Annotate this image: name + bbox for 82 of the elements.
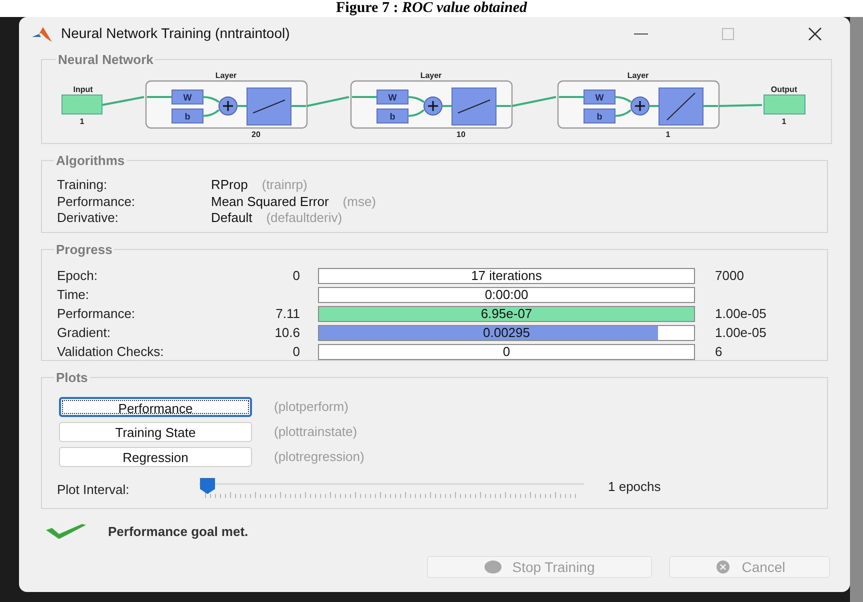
input-label: Input bbox=[73, 84, 93, 94]
sum-node-icon bbox=[218, 96, 238, 115]
cancel-icon bbox=[714, 560, 732, 574]
checkmark-icon bbox=[44, 522, 88, 542]
progress-label: Validation Checks: bbox=[57, 342, 165, 361]
layer-label: Layer bbox=[420, 70, 442, 80]
layer-size: 10 bbox=[456, 130, 466, 138]
progress-bar: 6.95e-07 bbox=[318, 306, 695, 322]
connection-line bbox=[237, 104, 247, 106]
connection-line bbox=[408, 108, 425, 116]
section-title: Algorithms bbox=[55, 152, 126, 170]
progress-bar: 0.00295 bbox=[318, 324, 695, 340]
progress-label: Time: bbox=[57, 286, 90, 304]
function-name: (plotregression) bbox=[274, 448, 364, 466]
layer-label: Layer bbox=[215, 70, 237, 80]
function-name: (mse) bbox=[342, 192, 376, 211]
layer-label: Layer bbox=[627, 70, 649, 80]
algorithm-value: Mean Squared Error bbox=[211, 192, 329, 211]
connection-line bbox=[442, 104, 452, 106]
window-title: Neural Network Training (nntraintool) bbox=[61, 24, 290, 43]
algorithm-label: Derivative: bbox=[57, 209, 120, 227]
progress-label: Performance: bbox=[57, 304, 136, 323]
layer-size: 20 bbox=[252, 130, 260, 138]
bias-block: b bbox=[584, 108, 616, 123]
weight-block: W bbox=[584, 89, 616, 104]
connection-line bbox=[614, 96, 632, 102]
start-value: 7.11 bbox=[276, 304, 300, 323]
plot-button[interactable]: Performance bbox=[59, 396, 252, 416]
status-message: Performance goal met. bbox=[108, 523, 248, 542]
input-size: 1 bbox=[80, 116, 84, 126]
algorithm-value: Default bbox=[211, 209, 252, 227]
algorithm-label: Performance: bbox=[57, 192, 136, 210]
transfer-function-block bbox=[246, 87, 292, 125]
weight-block: W bbox=[376, 89, 408, 104]
bias-block: b bbox=[376, 108, 408, 123]
connection-line bbox=[559, 96, 584, 98]
section-title: Plots bbox=[55, 369, 89, 387]
slider-thumb[interactable] bbox=[199, 476, 216, 494]
output-block bbox=[764, 94, 806, 114]
start-value: 0 bbox=[292, 342, 300, 361]
start-value: 0 bbox=[292, 266, 300, 285]
connection-line bbox=[614, 108, 632, 116]
connection-line bbox=[649, 104, 659, 106]
function-name: (trainrp) bbox=[262, 176, 308, 194]
bias-block: b bbox=[172, 108, 204, 123]
interval-value: 1 epochs bbox=[608, 478, 661, 496]
sum-node-icon bbox=[630, 96, 650, 115]
algorithm-label: Training: bbox=[57, 176, 108, 194]
function-name: (plotperform) bbox=[274, 398, 348, 416]
sum-node-icon bbox=[424, 96, 442, 115]
weight-block: W bbox=[172, 89, 204, 104]
connection-line bbox=[352, 96, 377, 98]
start-value: 10.6 bbox=[274, 324, 300, 342]
function-name: (defaultderiv) bbox=[266, 209, 342, 227]
output-size: 1 bbox=[782, 116, 786, 126]
connection-line bbox=[202, 108, 220, 116]
app-logo-icon bbox=[31, 24, 53, 42]
plot-button[interactable]: Training State bbox=[59, 422, 252, 442]
transfer-function-block bbox=[452, 87, 496, 125]
slider-label: Plot Interval: bbox=[57, 480, 130, 499]
transfer-function-block bbox=[658, 87, 704, 125]
end-value: 6 bbox=[715, 342, 722, 361]
connection-line bbox=[102, 96, 144, 106]
stop-icon bbox=[484, 560, 502, 574]
connection-line bbox=[147, 96, 172, 98]
end-value: 1.00e-05 bbox=[715, 304, 766, 323]
algorithm-value: RProp bbox=[211, 176, 248, 194]
end-value: 7000 bbox=[715, 266, 744, 285]
layer-size: 1 bbox=[666, 130, 670, 138]
section-title: Progress bbox=[55, 241, 114, 259]
connection-line bbox=[202, 96, 220, 102]
function-name: (plottrainstate) bbox=[274, 422, 358, 441]
end-value: 1.00e-05 bbox=[715, 324, 766, 342]
figure-caption: Figure 7 : ROC value obtained bbox=[336, 0, 527, 17]
close-icon[interactable] bbox=[808, 26, 822, 40]
input-block bbox=[62, 94, 102, 114]
connection-line bbox=[408, 96, 425, 102]
output-label: Output bbox=[770, 84, 798, 94]
plot-button[interactable]: Regression bbox=[59, 446, 252, 466]
progress-label: Epoch: bbox=[57, 266, 98, 285]
section-title: Neural Network bbox=[57, 51, 154, 69]
progress-label: Gradient: bbox=[57, 324, 112, 342]
